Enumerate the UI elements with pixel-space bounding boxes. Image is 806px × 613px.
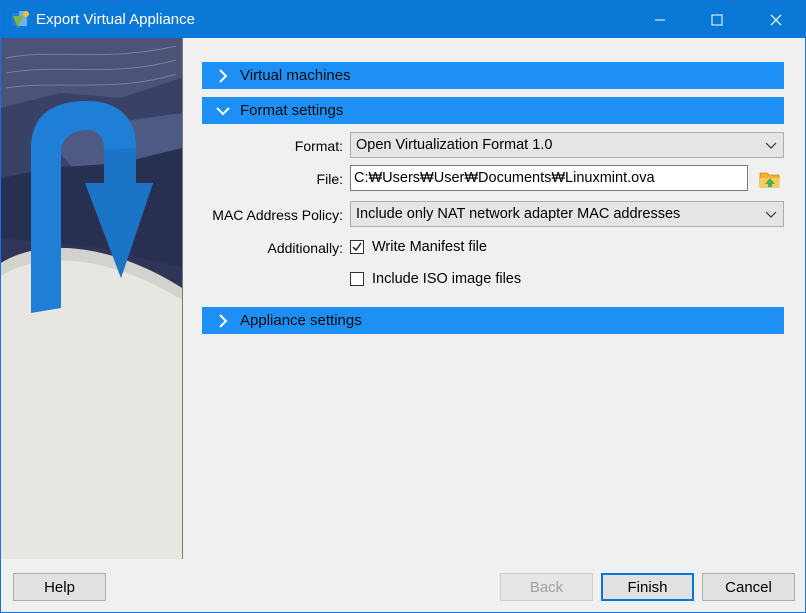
wizard-side-image [1, 38, 183, 559]
checkmark-icon [352, 242, 362, 252]
chevron-down-icon [765, 142, 777, 149]
section-virtual-machines[interactable]: Virtual machines [202, 62, 784, 89]
chevron-right-icon [219, 314, 228, 328]
section-virtual-machines-label: Virtual machines [240, 67, 351, 84]
mac-policy-select[interactable]: Include only NAT network adapter MAC add… [350, 201, 784, 227]
section-format-settings[interactable]: Format settings [202, 97, 784, 124]
format-select[interactable]: Open Virtualization Format 1.0 [350, 132, 784, 158]
folder-open-icon[interactable] [759, 168, 781, 190]
section-format-settings-label: Format settings [240, 102, 344, 119]
minimize-button[interactable] [637, 1, 683, 38]
chevron-down-icon [216, 107, 230, 116]
write-manifest-checkbox[interactable] [350, 240, 364, 254]
export-arrow-illustration [1, 38, 182, 559]
file-path-value: C:₩Users₩User₩Documents₩Linuxmint.ova [354, 170, 655, 186]
close-button[interactable] [753, 1, 799, 38]
maximize-icon [711, 14, 723, 25]
cancel-button[interactable]: Cancel [702, 573, 795, 601]
finish-button[interactable]: Finish [601, 573, 694, 601]
include-iso-checkbox[interactable] [350, 272, 364, 286]
export-dialog-window: Export Virtual Appliance Virtual machine… [0, 0, 806, 613]
include-iso-label[interactable]: Include ISO image files [372, 271, 521, 287]
write-manifest-label[interactable]: Write Manifest file [372, 239, 487, 255]
mac-policy-value: Include only NAT network adapter MAC add… [356, 206, 681, 222]
additionally-label: Additionally: [267, 240, 344, 256]
chevron-right-icon [219, 69, 228, 83]
button-bar: Help Back Finish Cancel [1, 559, 805, 612]
file-path-input[interactable]: C:₩Users₩User₩Documents₩Linuxmint.ova [350, 165, 748, 191]
section-appliance-settings[interactable]: Appliance settings [202, 307, 784, 334]
title-bar[interactable]: Export Virtual Appliance [1, 1, 805, 38]
section-appliance-settings-label: Appliance settings [240, 312, 362, 329]
format-label: Format: [294, 138, 343, 154]
window-title: Export Virtual Appliance [36, 11, 195, 28]
file-label: File: [316, 171, 343, 187]
help-button[interactable]: Help [13, 573, 106, 601]
back-button[interactable]: Back [500, 573, 593, 601]
maximize-button[interactable] [694, 1, 740, 38]
mac-policy-label: MAC Address Policy: [212, 207, 343, 223]
minimize-icon [655, 19, 665, 20]
close-icon [770, 14, 782, 25]
format-select-value: Open Virtualization Format 1.0 [356, 137, 553, 153]
virtualbox-icon [12, 11, 29, 28]
chevron-down-icon [765, 211, 777, 218]
main-content: Virtual machines Format settings Format:… [183, 38, 805, 559]
